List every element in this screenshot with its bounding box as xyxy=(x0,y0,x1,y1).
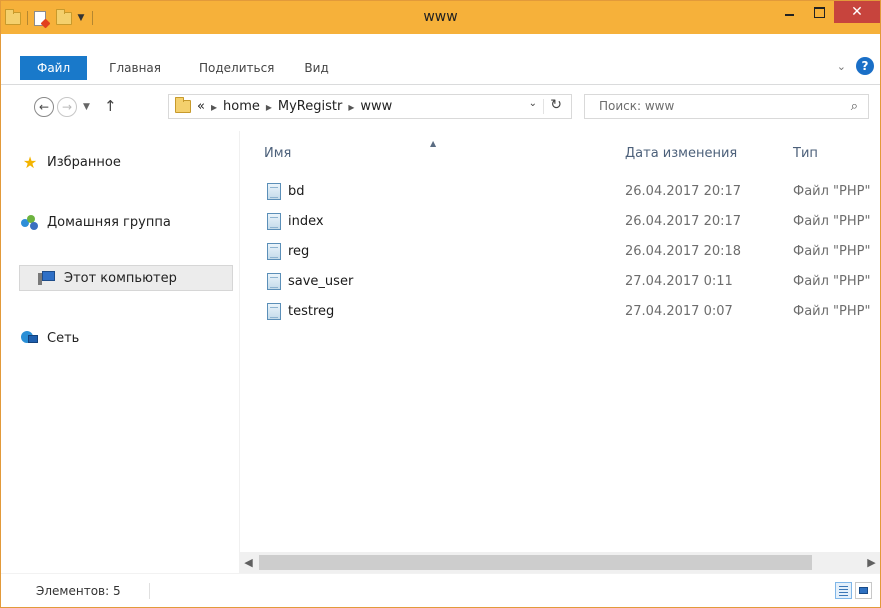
back-button[interactable]: ← xyxy=(34,97,54,117)
scroll-right-button[interactable]: ▶ xyxy=(863,552,880,573)
column-header-type[interactable]: Тип xyxy=(793,141,818,167)
address-dropdown-icon[interactable]: ⌄ xyxy=(529,98,537,109)
file-date: 27.04.2017 0:11 xyxy=(625,274,733,289)
search-placeholder: Поиск: www xyxy=(599,99,675,113)
file-name: reg xyxy=(288,244,310,259)
nav-item-homegroup[interactable]: Домашняя группа xyxy=(21,209,171,235)
status-bar: Элементов: 5 xyxy=(1,573,880,607)
file-type: Файл "PHP" xyxy=(793,274,871,289)
php-file-icon xyxy=(267,273,281,290)
breadcrumb-item-myregistr[interactable]: MyRegistr xyxy=(278,99,342,114)
file-date: 26.04.2017 20:17 xyxy=(625,214,742,229)
navigation-bar: ← → ▼ ↑ « ▸ home ▸ MyRegistr ▸ www ⌄ ↻ П… xyxy=(1,86,880,131)
title-bar[interactable]: ▼ www ✕ xyxy=(1,1,880,34)
file-date: 27.04.2017 0:07 xyxy=(625,304,733,319)
column-header-name[interactable]: Имя xyxy=(264,141,291,167)
window-controls: ✕ xyxy=(774,1,880,23)
file-name: testreg xyxy=(288,304,335,319)
php-file-icon xyxy=(267,183,281,200)
scrollbar-thumb[interactable] xyxy=(259,555,812,570)
expand-ribbon-icon[interactable]: ⌄ xyxy=(837,60,846,73)
details-view-button[interactable] xyxy=(835,582,852,599)
file-row[interactable]: reg 26.04.2017 20:18 Файл "PHP" xyxy=(240,241,880,263)
php-file-icon xyxy=(267,303,281,320)
tab-view[interactable]: Вид xyxy=(288,56,342,80)
explorer-window: ▼ www ✕ Файл Главная Поделиться Вид ⌄ ? … xyxy=(0,0,881,608)
tab-file[interactable]: Файл xyxy=(20,56,88,80)
search-input[interactable]: Поиск: www ⌕ xyxy=(584,94,869,119)
sort-ascending-icon: ▲ xyxy=(430,139,437,148)
tab-share[interactable]: Поделиться xyxy=(175,56,288,80)
window-title: www xyxy=(423,9,458,25)
arrow-right-icon: → xyxy=(61,100,73,114)
file-type: Файл "PHP" xyxy=(793,184,871,199)
file-date: 26.04.2017 20:17 xyxy=(625,184,742,199)
minimize-icon xyxy=(784,14,794,16)
file-name: bd xyxy=(288,184,305,199)
up-button[interactable]: ↑ xyxy=(104,95,117,117)
maximize-icon xyxy=(813,6,825,18)
address-divider xyxy=(543,99,544,114)
ribbon: Файл Главная Поделиться Вид ⌄ ? xyxy=(1,34,880,85)
status-divider xyxy=(149,583,150,599)
view-switcher xyxy=(835,582,872,599)
maximize-button[interactable] xyxy=(804,1,834,23)
file-row[interactable]: bd 26.04.2017 20:17 Файл "PHP" xyxy=(240,181,880,203)
item-count: Элементов: 5 xyxy=(36,584,121,598)
file-row[interactable]: index 26.04.2017 20:17 Файл "PHP" xyxy=(240,211,880,233)
recent-locations-dropdown[interactable]: ▼ xyxy=(83,98,90,116)
close-icon: ✕ xyxy=(851,4,863,20)
ribbon-tabs: Файл Главная Поделиться Вид xyxy=(1,56,343,80)
php-file-icon xyxy=(267,243,281,260)
scroll-left-button[interactable]: ◀ xyxy=(240,552,257,573)
search-icon[interactable]: ⌕ xyxy=(851,95,858,118)
minimize-button[interactable] xyxy=(774,1,804,23)
nav-item-label: Домашняя группа xyxy=(47,214,171,230)
refresh-icon[interactable]: ↻ xyxy=(550,97,562,113)
file-row[interactable]: testreg 27.04.2017 0:07 Файл "PHP" xyxy=(240,301,880,323)
network-icon xyxy=(21,330,39,346)
chevron-right-icon[interactable]: ▸ xyxy=(266,100,272,114)
forward-button[interactable]: → xyxy=(57,97,77,117)
file-type: Файл "PHP" xyxy=(793,304,871,319)
large-icons-view-button[interactable] xyxy=(855,582,872,599)
file-name: index xyxy=(288,214,324,229)
nav-item-network[interactable]: Сеть xyxy=(21,325,79,351)
breadcrumb-overflow[interactable]: « xyxy=(197,99,205,114)
ribbon-right-controls: ⌄ ? xyxy=(837,57,874,75)
nav-item-this-pc[interactable]: Этот компьютер xyxy=(19,265,233,291)
file-type: Файл "PHP" xyxy=(793,244,871,259)
address-bar[interactable]: « ▸ home ▸ MyRegistr ▸ www ⌄ ↻ xyxy=(168,94,572,119)
star-icon: ★ xyxy=(22,152,38,172)
breadcrumb-item-home[interactable]: home xyxy=(223,99,260,114)
nav-item-favorites[interactable]: ★ Избранное xyxy=(21,149,121,175)
php-file-icon xyxy=(267,213,281,230)
arrow-up-icon: ↑ xyxy=(104,97,117,115)
navigation-pane: ★ Избранное Домашняя группа Этот компьют… xyxy=(1,131,240,573)
nav-item-label: Сеть xyxy=(47,330,80,346)
file-date: 26.04.2017 20:18 xyxy=(625,244,742,259)
file-list: Имя ▲ Дата изменения Тип bd 26.04.2017 2… xyxy=(240,131,880,573)
file-row[interactable]: save_user 27.04.2017 0:11 Файл "PHP" xyxy=(240,271,880,293)
chevron-right-icon[interactable]: ▸ xyxy=(211,100,217,114)
breadcrumb-item-www[interactable]: www xyxy=(360,99,392,114)
tab-home[interactable]: Главная xyxy=(87,56,175,80)
horizontal-scrollbar[interactable]: ◀ ▶ xyxy=(240,552,880,573)
breadcrumb: « ▸ home ▸ MyRegistr ▸ www xyxy=(197,99,392,114)
computer-icon xyxy=(38,271,56,285)
help-icon[interactable]: ? xyxy=(856,57,874,75)
arrow-left-icon: ← xyxy=(38,100,50,114)
close-button[interactable]: ✕ xyxy=(834,1,880,23)
homegroup-icon xyxy=(21,214,39,230)
folder-icon xyxy=(175,97,191,113)
nav-item-label: Избранное xyxy=(47,154,121,170)
file-type: Файл "PHP" xyxy=(793,214,871,229)
chevron-right-icon[interactable]: ▸ xyxy=(348,100,354,114)
nav-item-label: Этот компьютер xyxy=(64,270,177,286)
column-header-date[interactable]: Дата изменения xyxy=(625,141,737,167)
file-name: save_user xyxy=(288,274,354,289)
